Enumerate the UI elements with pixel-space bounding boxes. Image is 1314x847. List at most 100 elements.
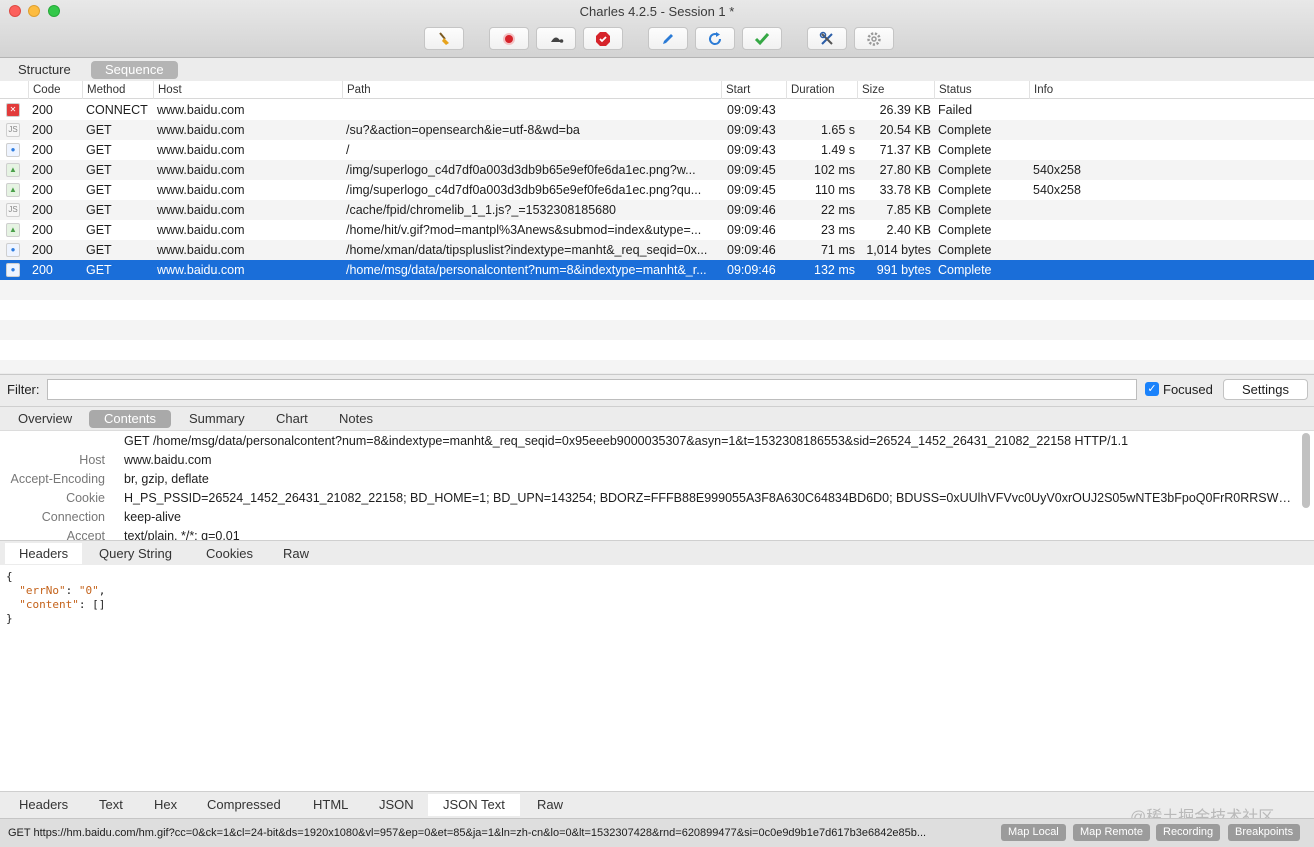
column-header-method[interactable]: Method	[82, 81, 125, 99]
cell-code: 200	[32, 263, 53, 277]
headers-scrollbar[interactable]	[1302, 433, 1310, 508]
header-key: Cookie	[66, 491, 105, 505]
repeat-button[interactable]	[695, 27, 735, 50]
tab-request-raw[interactable]: Raw	[269, 543, 323, 564]
cell-host: www.baidu.com	[157, 183, 245, 197]
tools-button[interactable]	[807, 27, 847, 50]
cell-start: 09:09:46	[727, 223, 776, 237]
column-header-duration[interactable]: Duration	[786, 81, 834, 99]
table-row[interactable]: ✕ 200 CONNECT www.baidu.com 09:09:43 26.39 KB…	[0, 100, 1314, 120]
table-row[interactable]: ▲ 200 GET www.baidu.com/img/superlogo_c4d7d…	[0, 160, 1314, 180]
cell-duration: 102 ms	[814, 163, 855, 177]
recording-button[interactable]: Recording	[1156, 824, 1221, 841]
tab-text[interactable]: Text	[84, 794, 138, 816]
cell-method: GET	[86, 263, 112, 277]
cell-size: 20.54 KB	[879, 123, 931, 137]
filter-settings-button[interactable]: Settings	[1223, 379, 1308, 400]
header-value: br, gzip, deflate	[124, 472, 209, 486]
header-key: Accept-Encoding	[10, 472, 105, 486]
compose-button[interactable]	[648, 27, 688, 50]
tab-compressed[interactable]: Compressed	[192, 794, 296, 816]
status-bar: GET https://hm.baidu.com/hm.gif?cc=0&ck=…	[0, 818, 1314, 847]
breakpoints-button[interactable]	[583, 27, 623, 50]
cell-method: GET	[86, 223, 112, 237]
tab-response-headers[interactable]: Headers	[4, 794, 83, 816]
cell-duration	[789, 100, 855, 120]
breakpoints-status-button[interactable]: Breakpoints	[1228, 824, 1301, 841]
column-header-info[interactable]: Info	[1029, 81, 1053, 99]
cell-path: /img/superlogo_c4d7df0a003d3db9b65e9ef0f…	[346, 183, 702, 197]
tab-request-headers[interactable]: Headers	[5, 543, 83, 564]
cell-status: Complete	[938, 263, 992, 277]
tab-json-text[interactable]: JSON Text	[428, 794, 520, 816]
tab-hex[interactable]: Hex	[139, 794, 192, 816]
cell-info	[1033, 100, 1153, 120]
throttle-button[interactable]	[536, 27, 576, 50]
map-remote-button[interactable]: Map Remote	[1073, 824, 1150, 841]
json-key: "content"	[19, 598, 79, 611]
js-file-icon: JS	[6, 203, 20, 217]
status-text: GET https://hm.baidu.com/hm.gif?cc=0&ck=…	[8, 827, 927, 839]
cell-size: 7.85 KB	[886, 203, 931, 217]
tab-html[interactable]: HTML	[298, 794, 363, 816]
record-icon	[503, 32, 515, 45]
cell-start: 09:09:43	[727, 123, 776, 137]
settings-gear-icon	[867, 31, 881, 46]
header-line: GET /home/msg/data/personalcontent?num=8…	[0, 432, 1300, 451]
tab-query-string[interactable]: Query String	[85, 543, 186, 564]
map-local-button[interactable]: Map Local	[1001, 824, 1066, 841]
cell-status: Complete	[938, 123, 992, 137]
cell-size: 71.37 KB	[879, 143, 931, 157]
empty-row	[0, 280, 1314, 300]
tab-notes[interactable]: Notes	[324, 410, 388, 428]
record-button[interactable]	[489, 27, 529, 50]
broom-icon	[439, 31, 449, 45]
tab-summary[interactable]: Summary	[174, 410, 260, 428]
column-header-path[interactable]: Path	[342, 81, 371, 99]
tab-contents[interactable]: Contents	[89, 410, 172, 428]
cell-status: Failed	[938, 103, 973, 117]
cell-code: 200	[32, 183, 53, 197]
request-line: GET /home/msg/data/personalcontent?num=8…	[124, 434, 1129, 448]
header-key: Accept	[66, 529, 105, 540]
cell-info	[1033, 140, 1153, 160]
filter-input[interactable]	[47, 379, 1137, 400]
column-header-status[interactable]: Status	[934, 81, 972, 99]
failed-x-icon: ✕	[6, 103, 20, 117]
focused-checkbox[interactable]: ✓	[1145, 382, 1159, 396]
table-row[interactable]: ● 200 GET www.baidu.com/home/xman/data/tips…	[0, 240, 1314, 260]
cell-duration: 23 ms	[820, 223, 855, 237]
clear-session-button[interactable]	[424, 27, 464, 50]
json-close-brace: }	[6, 612, 13, 625]
cell-duration: 132 ms	[814, 263, 855, 277]
cell-host: www.baidu.com	[157, 143, 245, 157]
tab-sequence[interactable]: Sequence	[91, 61, 178, 79]
table-row[interactable]: ▲ 200 GET www.baidu.com/img/superlogo_c4d7d…	[0, 180, 1314, 200]
table-row[interactable]: JS 200 GET www.baidu.com/su?&action=opensea…	[0, 120, 1314, 140]
table-row[interactable]: ▲ 200 GET www.baidu.com/home/hit/v.gif?mod=…	[0, 220, 1314, 240]
table-row[interactable]: JS 200 GET www.baidu.com/cache/fpid/chromel…	[0, 200, 1314, 220]
table-row[interactable]: ● 200 GET www.baidu.com / 09:09:43 1.49 s 71.37…	[0, 140, 1314, 160]
empty-row	[0, 360, 1314, 373]
header-line: Connection keep-alive	[0, 508, 1300, 527]
validate-button[interactable]	[742, 27, 782, 50]
cell-status: Complete	[938, 163, 992, 177]
tab-structure[interactable]: Structure	[4, 61, 85, 79]
tab-json[interactable]: JSON	[364, 794, 429, 816]
html-file-icon: ●	[6, 243, 20, 257]
column-header-start[interactable]: Start	[721, 81, 750, 99]
tab-response-raw[interactable]: Raw	[522, 794, 578, 816]
tab-cookies[interactable]: Cookies	[192, 543, 267, 564]
cell-path: /img/superlogo_c4d7df0a003d3db9b65e9ef0f…	[346, 163, 696, 177]
column-header-code[interactable]: Code	[28, 81, 61, 99]
cell-code: 200	[32, 203, 53, 217]
settings-button[interactable]	[854, 27, 894, 50]
table-row[interactable]: ● 200 GET www.baidu.com/home/msg/data/perso…	[0, 260, 1314, 280]
tab-overview[interactable]: Overview	[3, 410, 87, 428]
tab-chart[interactable]: Chart	[261, 410, 323, 428]
empty-row	[0, 340, 1314, 360]
cell-method: GET	[86, 183, 112, 197]
cell-duration: 1.65 s	[820, 123, 855, 137]
column-header-host[interactable]: Host	[153, 81, 182, 99]
column-header-size[interactable]: Size	[857, 81, 884, 99]
